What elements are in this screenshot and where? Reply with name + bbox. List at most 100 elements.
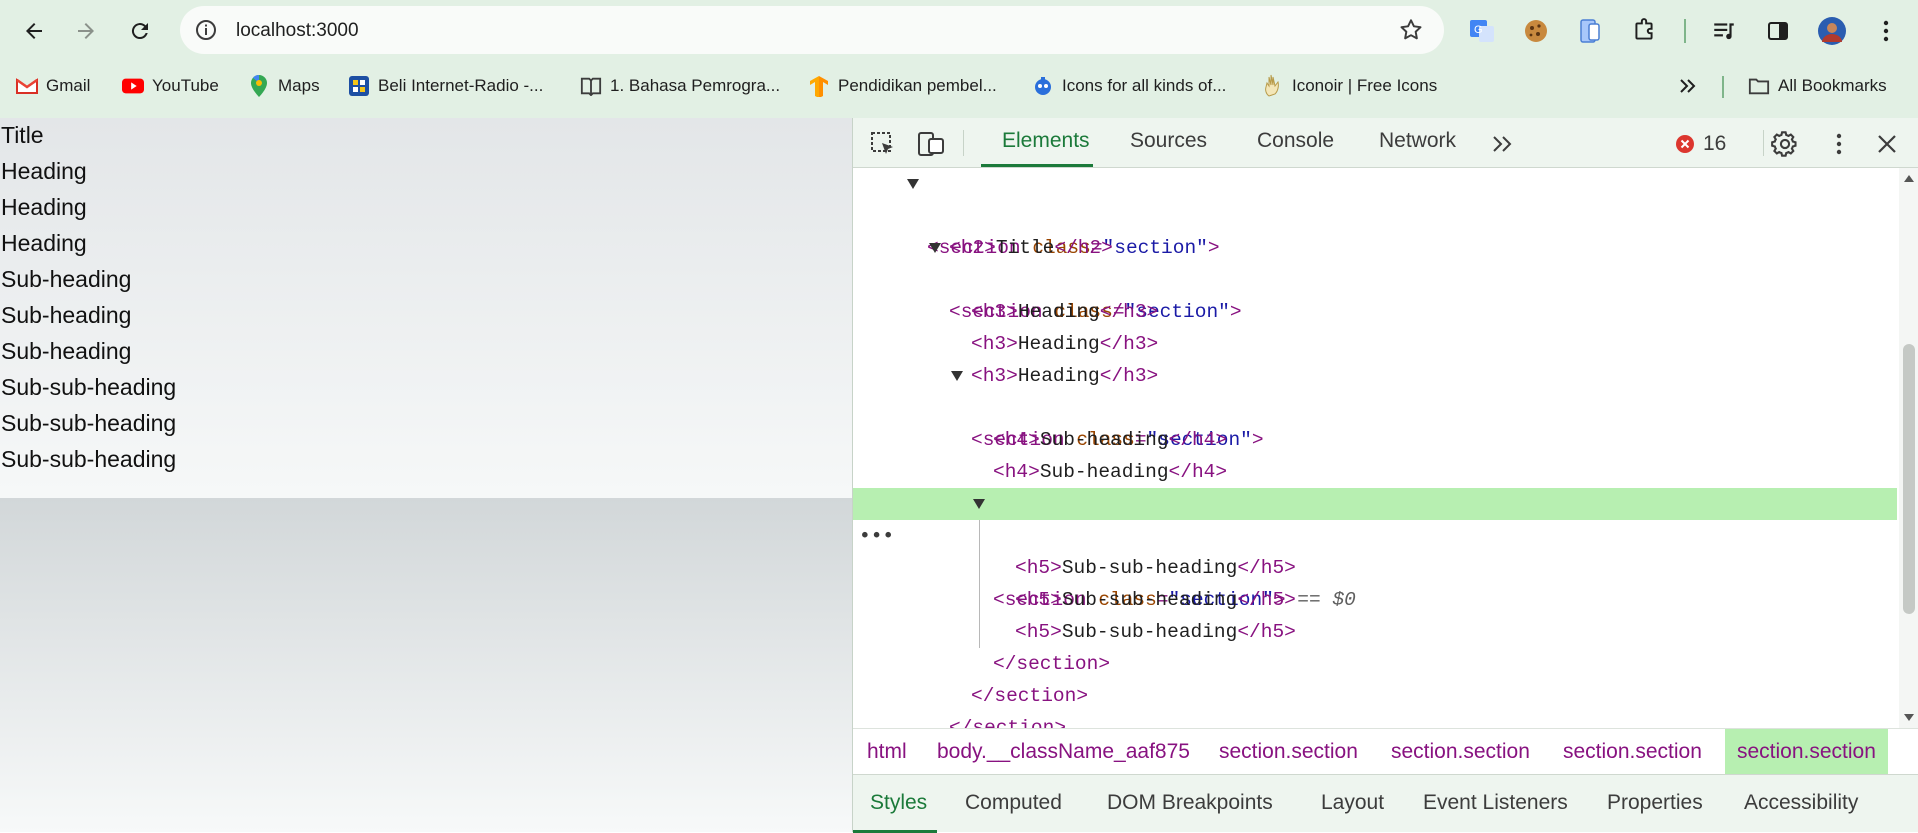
close-devtools-icon[interactable] — [1871, 128, 1903, 160]
device-toolbar-icon[interactable] — [915, 128, 947, 160]
dom-scrollbar[interactable] — [1899, 168, 1918, 728]
devtools-divider — [1763, 130, 1764, 156]
bookmark-youtube[interactable]: YouTube — [122, 72, 219, 100]
scroll-up-icon[interactable] — [1904, 174, 1914, 182]
url-text: localhost:3000 — [236, 20, 359, 41]
scroll-down-icon[interactable] — [1904, 714, 1914, 722]
dom-node-section[interactable]: <section class="section"> — [853, 232, 1897, 323]
arrow-left-icon — [26, 23, 42, 39]
tab-properties[interactable]: Properties — [1607, 791, 1703, 815]
dom-node-h5[interactable]: <h5>Sub-sub-heading</h5> — [853, 520, 1897, 579]
page-subsubheading: Sub-sub-heading — [1, 410, 177, 436]
error-counter[interactable]: 16 — [1675, 130, 1726, 158]
profile-avatar[interactable] — [1814, 13, 1850, 49]
bookmark-maps[interactable]: Maps — [248, 72, 320, 100]
bookmark-gmail[interactable]: Gmail — [16, 72, 90, 100]
breadcrumb-body-text: body.__className_aaf875 — [937, 740, 1190, 763]
customize-menu-icon[interactable] — [1823, 128, 1855, 160]
more-bookmarks-button[interactable] — [1678, 72, 1698, 100]
devtools-divider — [963, 130, 964, 156]
bookmark-pendidikan[interactable]: Pendidikan pembel... — [808, 72, 997, 100]
devtools-tabbar: Elements Sources Console Network 16 — [853, 118, 1918, 168]
bookmarks-divider — [1722, 76, 1724, 98]
reload-button[interactable] — [120, 11, 160, 51]
tab-sources[interactable]: Sources — [1130, 129, 1207, 153]
gmail-icon — [16, 75, 38, 97]
bookmark-iconoir[interactable]: Iconoir | Free Icons — [1262, 72, 1437, 100]
expand-triangle-icon[interactable] — [973, 499, 985, 509]
breadcrumb-section-selected[interactable]: section.section — [1725, 729, 1888, 775]
all-bookmarks-button[interactable]: All Bookmarks — [1748, 72, 1887, 100]
dom-node-h4[interactable]: <h4>Sub-heading</h4> — [853, 456, 1897, 515]
tab-computed[interactable]: Computed — [965, 791, 1062, 815]
bookmark-label: YouTube — [152, 76, 219, 95]
tensorflow-icon — [808, 75, 830, 97]
page-subheading: Sub-heading — [1, 266, 132, 292]
tab-accessibility[interactable]: Accessibility — [1744, 791, 1858, 815]
page-viewport: Title Heading Heading Heading Sub-headin… — [0, 118, 852, 832]
radio-icon — [348, 75, 370, 97]
tab-console[interactable]: Console — [1257, 129, 1334, 153]
dom-node-section[interactable]: <section class="section"> — [853, 360, 1897, 451]
dom-tree: <section class="section"> <h2>Title</h2>… — [853, 168, 1897, 728]
tab-elements[interactable]: Elements — [1002, 129, 1090, 153]
bookmark-bahasa-pemrograman[interactable]: 1. Bahasa Pemrogra... — [580, 72, 780, 100]
breadcrumb-section[interactable]: section.section — [1563, 729, 1702, 775]
tab-network[interactable]: Network — [1379, 129, 1456, 153]
expand-triangle-icon[interactable] — [929, 243, 941, 253]
bookmark-label: Maps — [278, 76, 320, 95]
breadcrumb-body[interactable]: body.__className_aaf875 — [937, 729, 1190, 775]
dom-node-h3[interactable]: <h3>Heading</h3> — [853, 328, 1897, 387]
dom-node-section-close[interactable]: </section> — [853, 616, 1897, 675]
address-bar[interactable]: localhost:3000 — [180, 6, 1444, 54]
more-tabs-icon[interactable] — [1487, 128, 1519, 160]
dom-node-section[interactable]: <section class="section"> — [853, 168, 1897, 259]
media-controls-icon[interactable] — [1706, 13, 1742, 49]
extensions-puzzle-icon[interactable] — [1626, 13, 1662, 49]
tab-event-listeners[interactable]: Event Listeners — [1423, 791, 1568, 815]
breadcrumb: html body.__className_aaf875 section.sec… — [853, 728, 1918, 775]
browser-toolbar: localhost:3000 G — [0, 0, 1918, 62]
device-extension-icon[interactable] — [1572, 13, 1608, 49]
page-title-heading: Title — [1, 122, 44, 148]
tab-styles[interactable]: Styles — [870, 791, 927, 815]
maps-icon — [248, 75, 270, 97]
tab-layout[interactable]: Layout — [1321, 791, 1384, 815]
dom-node-section-close[interactable]: </section> — [853, 680, 1897, 728]
expand-triangle-icon[interactable] — [907, 179, 919, 189]
dom-node-h5[interactable]: <h5>Sub-sub-heading</h5> — [853, 552, 1897, 611]
bookmark-label: Pendidikan pembel... — [838, 76, 997, 95]
breadcrumb-section[interactable]: section.section — [1391, 729, 1530, 775]
bookmark-label: Icons for all kinds of... — [1062, 76, 1227, 95]
expand-triangle-icon[interactable] — [951, 371, 963, 381]
settings-gear-icon[interactable] — [1769, 128, 1801, 160]
page-heading: Heading — [1, 194, 87, 220]
inspect-element-icon[interactable] — [867, 128, 899, 160]
menu-kebab-icon[interactable] — [1868, 13, 1904, 49]
dom-node-h4[interactable]: <h4>Sub-heading</h4> — [853, 424, 1897, 483]
bookmark-star-icon[interactable] — [1398, 17, 1424, 43]
back-button[interactable] — [14, 11, 54, 51]
dom-node-section-selected[interactable]: ••• <section class="section"> == $0 — [853, 488, 1897, 611]
site-info-icon[interactable] — [194, 18, 218, 42]
tab-dom-breakpoints[interactable]: DOM Breakpoints — [1107, 791, 1273, 815]
dom-node-h3[interactable]: <h3>Heading</h3> — [853, 264, 1897, 323]
dom-node-h2[interactable]: <h2>Title</h2> — [853, 200, 1897, 259]
breadcrumb-section[interactable]: section.section — [1219, 729, 1358, 775]
book-icon — [580, 75, 602, 97]
dom-node-h4[interactable]: <h4>Sub-heading</h4> — [853, 392, 1897, 451]
devtools-panel: Elements Sources Console Network 16 <sec… — [852, 118, 1918, 833]
dom-node-section-close[interactable]: </section> — [853, 648, 1897, 707]
dom-node-h5[interactable]: <h5>Sub-sub-heading</h5> — [853, 584, 1897, 643]
cookie-extension-icon[interactable] — [1518, 13, 1554, 49]
side-panel-icon[interactable] — [1760, 13, 1796, 49]
dom-node-h3[interactable]: <h3>Heading</h3> — [853, 296, 1897, 355]
scrollbar-thumb[interactable] — [1903, 344, 1915, 614]
bookmark-internet-radio[interactable]: Beli Internet-Radio -... — [348, 72, 543, 100]
breadcrumb-html[interactable]: html — [867, 729, 907, 775]
bookmark-icons-for-all[interactable]: Icons for all kinds of... — [1032, 72, 1226, 100]
google-translate-icon[interactable]: G — [1464, 13, 1500, 49]
folder-icon — [1748, 75, 1770, 97]
forward-button[interactable] — [66, 11, 106, 51]
bookmark-label: Gmail — [46, 76, 91, 95]
